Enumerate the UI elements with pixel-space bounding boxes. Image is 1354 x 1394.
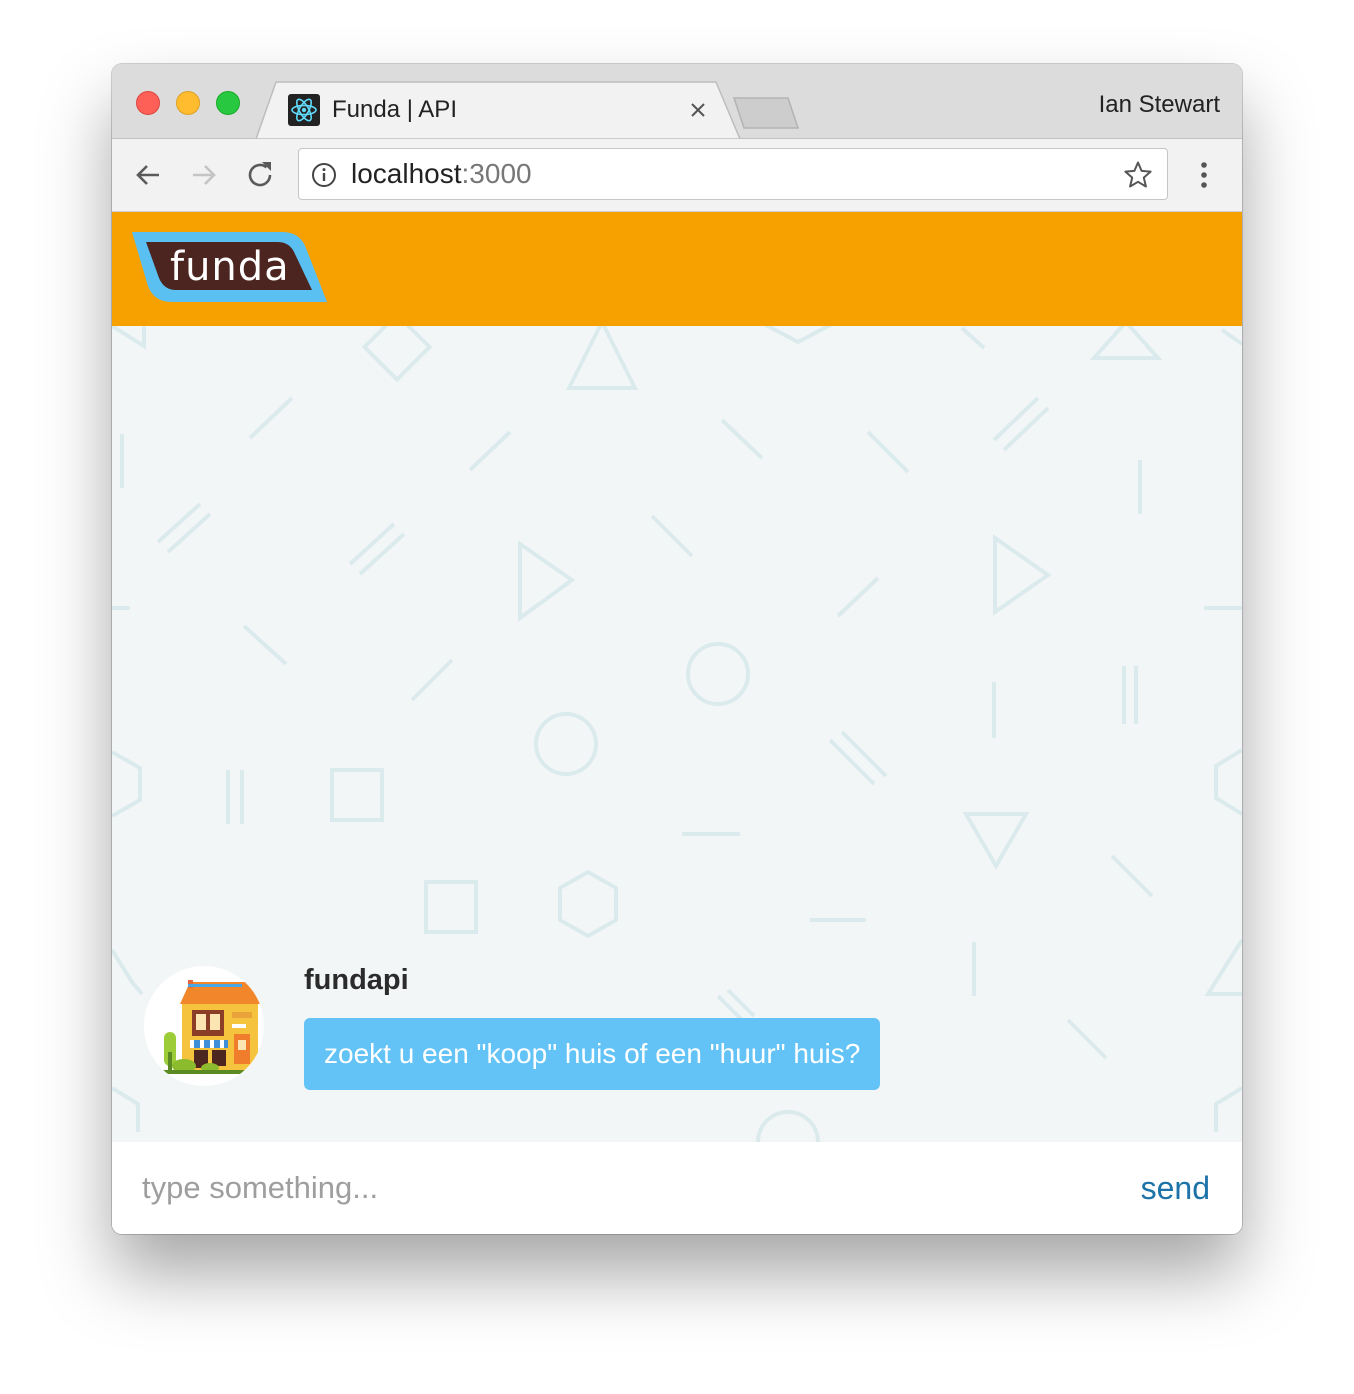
tab-active[interactable] — [254, 80, 744, 139]
browser-toolbar: localhost:3000 — [112, 139, 1242, 212]
url-host: localhost — [351, 158, 462, 189]
tab-title: Funda | API — [332, 96, 457, 123]
chat-composer: send — [112, 1142, 1242, 1234]
address-bar[interactable]: localhost:3000 — [298, 148, 1168, 200]
url-port: :3000 — [461, 158, 532, 189]
reload-icon[interactable] — [244, 159, 276, 191]
url-text: localhost:3000 — [351, 149, 532, 199]
close-icon[interactable] — [686, 98, 710, 122]
star-icon[interactable] — [1123, 160, 1153, 190]
message-input[interactable] — [142, 1160, 1102, 1216]
react-icon — [288, 94, 320, 126]
tab-strip: Funda | API Ian Stewart — [112, 64, 1242, 139]
message-sender: fundapi — [304, 964, 409, 996]
house-illustration — [158, 980, 264, 1074]
zoom-window-button[interactable] — [216, 91, 240, 115]
bot-avatar — [144, 966, 264, 1086]
logo-text: funda — [170, 244, 290, 290]
send-button[interactable]: send — [1141, 1160, 1210, 1216]
minimize-window-button[interactable] — [176, 91, 200, 115]
profile-name[interactable]: Ian Stewart — [1099, 88, 1220, 122]
info-icon[interactable] — [311, 162, 337, 188]
browser-window: Funda | API Ian Stewart localhost:3000 f… — [112, 64, 1242, 1234]
message-bubble: zoekt u een "koop" huis of een "huur" hu… — [304, 1018, 881, 1090]
close-window-button[interactable] — [136, 91, 160, 115]
more-vert-icon[interactable] — [1194, 159, 1214, 191]
page-content: funda fundapi zoekt u een "koop" huis of… — [112, 212, 1242, 1234]
forward-arrow-icon[interactable] — [188, 159, 220, 191]
new-tab-button[interactable] — [732, 96, 802, 130]
site-header: funda — [112, 212, 1242, 326]
back-arrow-icon[interactable] — [132, 159, 164, 191]
